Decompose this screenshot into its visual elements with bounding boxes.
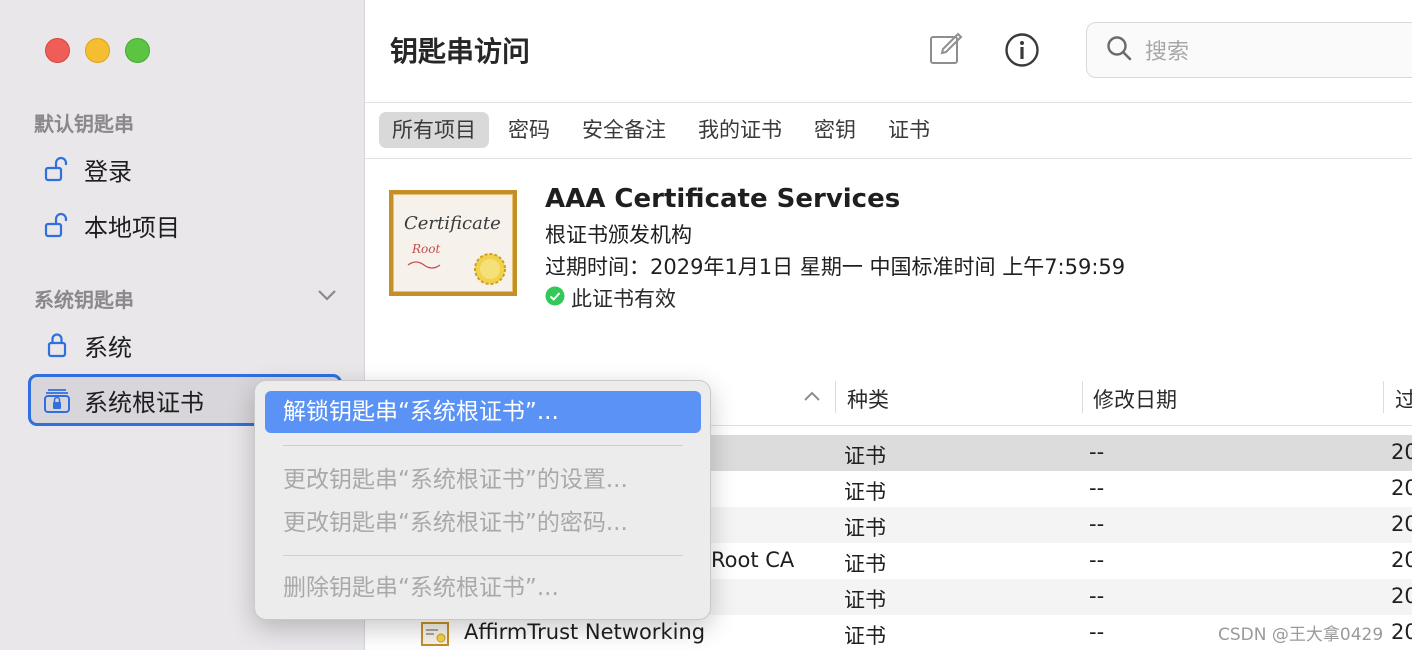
search-placeholder: 搜索 xyxy=(1145,40,1190,65)
cell-modified: -- xyxy=(1089,620,1105,644)
column-separator[interactable] xyxy=(835,381,836,413)
compose-icon[interactable] xyxy=(928,31,964,71)
tab-all-items[interactable]: 所有项目 xyxy=(379,112,489,148)
menu-item-delete-keychain[interactable]: 删除钥匙串“系统根证书”... xyxy=(265,567,701,609)
cell-kind: 证书 xyxy=(844,552,886,576)
page-title: 钥匙串访问 xyxy=(390,35,531,68)
cell-kind: 证书 xyxy=(844,444,886,468)
certificate-root-text: Root xyxy=(411,242,440,256)
certificate-status: 此证书有效 xyxy=(545,283,676,313)
column-separator[interactable] xyxy=(1383,381,1384,413)
certificate-icon xyxy=(420,621,450,650)
search-icon xyxy=(1105,34,1133,66)
search-field[interactable]: 搜索 xyxy=(1086,22,1412,78)
menu-separator xyxy=(283,445,683,446)
menu-item-change-settings[interactable]: 更改钥匙串“系统根证书”的设置... xyxy=(265,459,701,501)
sidebar-item-system[interactable]: 系统 xyxy=(28,319,342,371)
cell-kind: 证书 xyxy=(844,624,886,648)
locked-padlock-icon xyxy=(42,330,72,360)
cell-expires: 20 xyxy=(1391,476,1412,500)
tab-my-certificates[interactable]: 我的证书 xyxy=(685,112,795,148)
column-separator[interactable] xyxy=(1082,381,1083,413)
sidebar-item-local-items[interactable]: 本地项目 xyxy=(28,199,342,251)
sidebar-item-label: 登录 xyxy=(84,157,132,186)
menu-item-change-password[interactable]: 更改钥匙串“系统根证书”的密码... xyxy=(265,502,701,544)
system-keychains-header: 系统钥匙串 xyxy=(34,288,134,312)
cell-modified: -- xyxy=(1089,584,1105,608)
tab-certificates[interactable]: 证书 xyxy=(875,112,943,148)
divider xyxy=(365,102,1412,103)
certificate-name: AAA Certificate Services xyxy=(545,184,901,214)
column-header-expires[interactable]: 过 xyxy=(1395,384,1412,414)
certificate-expiry: 过期时间：2029年1月1日 星期一 中国标准时间 上午7:59:59 xyxy=(545,255,1126,279)
certificate-image: Certificate Root xyxy=(389,190,517,296)
cell-expires: 20 xyxy=(1391,620,1412,644)
minimize-window-button[interactable] xyxy=(85,38,110,63)
column-header-kind[interactable]: 种类 xyxy=(847,384,889,414)
close-window-button[interactable] xyxy=(45,38,70,63)
tab-passwords[interactable]: 密码 xyxy=(495,112,563,148)
default-keychains-header: 默认钥匙串 xyxy=(34,112,134,136)
chevron-down-icon[interactable] xyxy=(316,287,338,307)
cell-expires: 20 xyxy=(1391,512,1412,536)
info-icon[interactable] xyxy=(1004,32,1040,72)
category-tabs: 所有项目 密码 安全备注 我的证书 密钥 证书 xyxy=(379,112,949,148)
tab-secure-notes[interactable]: 安全备注 xyxy=(569,112,679,148)
cell-name: Root CA xyxy=(711,548,795,572)
zoom-window-button[interactable] xyxy=(125,38,150,63)
watermark: CSDN @王大拿0429 xyxy=(1218,625,1384,645)
cell-expires: 20 xyxy=(1391,584,1412,608)
menu-item-unlock-keychain[interactable]: 解锁钥匙串“系统根证书”... xyxy=(265,391,701,433)
cell-modified: -- xyxy=(1089,476,1105,500)
certificate-type: 根证书颁发机构 xyxy=(545,223,692,247)
checkmark-circle-icon xyxy=(545,286,565,311)
context-menu: 解锁钥匙串“系统根证书”... 更改钥匙串“系统根证书”的设置... 更改钥匙串… xyxy=(254,380,711,620)
unlocked-padlock-icon xyxy=(42,154,72,184)
cell-modified: -- xyxy=(1089,548,1105,572)
keychain-locked-icon xyxy=(42,385,72,415)
sidebar-item-label: 系统 xyxy=(84,333,132,362)
menu-separator xyxy=(283,555,683,556)
sidebar-item-label: 本地项目 xyxy=(84,213,180,242)
cell-expires: 20 xyxy=(1391,440,1412,464)
cell-expires: 20 xyxy=(1391,548,1412,572)
cell-modified: -- xyxy=(1089,512,1105,536)
tab-keys[interactable]: 密钥 xyxy=(801,112,869,148)
unlocked-padlock-icon xyxy=(42,210,72,240)
cell-kind: 证书 xyxy=(844,480,886,504)
cell-modified: -- xyxy=(1089,440,1105,464)
column-header-modified[interactable]: 修改日期 xyxy=(1093,384,1177,414)
sidebar-item-label: 系统根证书 xyxy=(84,388,204,417)
cell-name: AffirmTrust Networking xyxy=(464,620,706,644)
certificate-script-text: Certificate xyxy=(404,213,501,234)
cell-kind: 证书 xyxy=(844,516,886,540)
divider xyxy=(365,158,1412,159)
cell-kind: 证书 xyxy=(844,588,886,612)
sort-ascending-icon[interactable] xyxy=(802,388,822,408)
sidebar-item-login[interactable]: 登录 xyxy=(28,143,342,195)
certificate-status-text: 此证书有效 xyxy=(571,287,676,311)
